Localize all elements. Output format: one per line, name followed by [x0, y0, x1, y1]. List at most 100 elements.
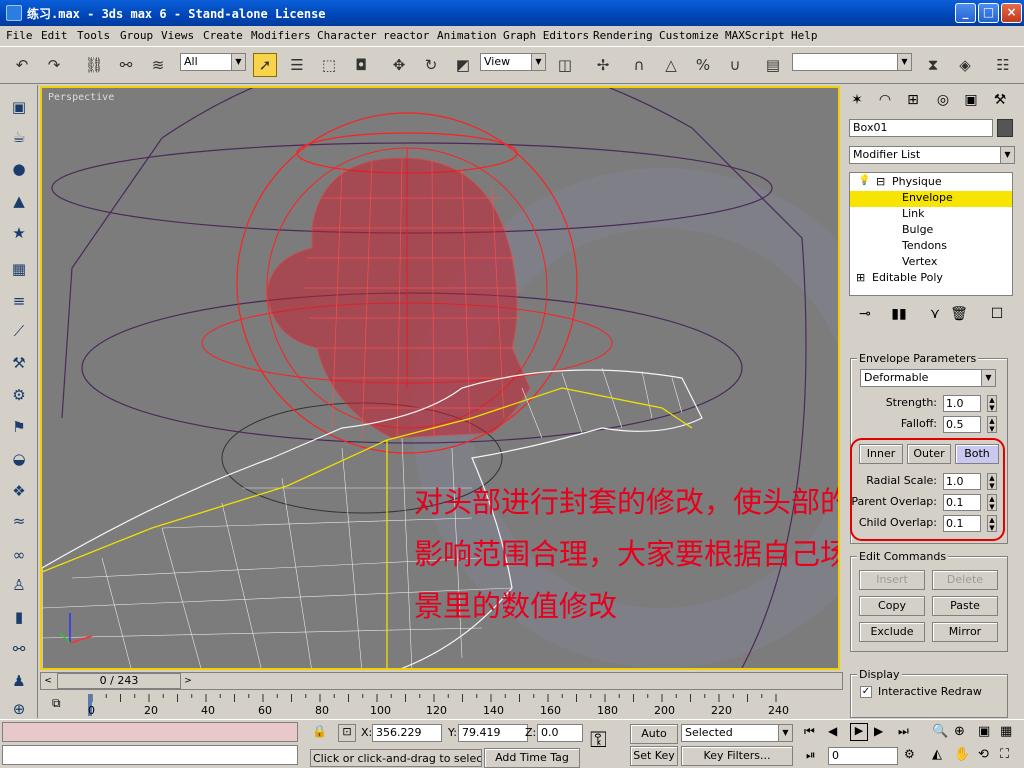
set-key-button[interactable]: Set Key: [630, 746, 678, 766]
spinner-snap-icon[interactable]: ∪: [723, 53, 747, 77]
hierarchy-tab-icon[interactable]: ⊞: [901, 88, 925, 112]
edit-named-selection-icon[interactable]: ▤: [761, 53, 785, 77]
move-icon[interactable]: ✥: [387, 53, 411, 77]
utilities-tab-icon[interactable]: ⚒: [988, 88, 1012, 112]
y-coordinate-field[interactable]: 79.419: [458, 724, 528, 742]
bind-space-warp-icon[interactable]: ≋: [146, 53, 170, 77]
menu-graph-editors[interactable]: Graph Editors: [503, 29, 589, 42]
star-icon[interactable]: ★: [7, 221, 31, 245]
x-coordinate-field[interactable]: 356.229: [372, 724, 442, 742]
sphere-icon[interactable]: ●: [7, 157, 31, 181]
menu-maxscript[interactable]: MAXScript: [725, 29, 785, 42]
box-icon[interactable]: ▣: [7, 95, 31, 119]
maximize-button[interactable]: □: [978, 3, 999, 23]
exclude-button[interactable]: Exclude: [859, 622, 925, 642]
stack-item-physique[interactable]: 💡 ⊟ Physique: [850, 175, 1012, 191]
modifier-list-dropdown[interactable]: Modifier List ▼: [849, 146, 1015, 164]
lock-selection-icon[interactable]: 🔒: [312, 724, 327, 738]
stack-item-link[interactable]: Link: [850, 207, 1012, 223]
cone-icon[interactable]: ▲: [7, 189, 31, 213]
undo-icon[interactable]: ↶: [10, 53, 34, 77]
redo-icon[interactable]: ↷: [42, 53, 66, 77]
select-and-link-icon[interactable]: ⛓: [82, 53, 106, 77]
zoom-icon[interactable]: 🔍: [932, 724, 948, 739]
zoom-extents-all-icon[interactable]: ▦: [1000, 724, 1012, 739]
delete-button[interactable]: Delete: [932, 570, 998, 590]
make-unique-icon[interactable]: ⋎: [923, 302, 947, 326]
percent-snap-icon[interactable]: %: [691, 53, 715, 77]
reference-coordinate-dropdown[interactable]: View ▼: [480, 53, 546, 71]
named-selection-dropdown[interactable]: ▼: [792, 53, 912, 71]
menu-edit[interactable]: Edit: [41, 29, 68, 42]
stack-item-editable-poly[interactable]: ⊞ Editable Poly: [850, 271, 1012, 287]
display-tab-icon[interactable]: ▣: [959, 88, 983, 112]
arc-rotate-icon[interactable]: ⟲: [978, 747, 989, 762]
current-frame-field[interactable]: 0: [828, 747, 898, 765]
next-key-icon[interactable]: ▶: [874, 724, 883, 738]
auto-key-button[interactable]: Auto Key: [630, 724, 678, 758]
menu-file[interactable]: File: [6, 29, 33, 42]
menu-views[interactable]: Views: [161, 29, 194, 42]
add-time-tag-button[interactable]: Add Time Tag: [484, 748, 580, 768]
rectangular-selection-icon[interactable]: ⬚: [317, 53, 341, 77]
maximize-viewport-icon[interactable]: ⛶: [1000, 747, 1009, 762]
go-to-start-icon[interactable]: ⏮: [804, 724, 815, 739]
key-mode-dropdown[interactable]: Selected ▼: [681, 724, 793, 742]
menu-rendering[interactable]: Rendering: [593, 29, 653, 42]
menu-reactor[interactable]: reactor: [383, 29, 429, 42]
copy-button[interactable]: Copy: [859, 596, 925, 616]
motion-tab-icon[interactable]: ◎: [931, 88, 955, 112]
time-slider-thumb[interactable]: 0 / 243: [57, 673, 181, 689]
pan-icon[interactable]: ✋: [954, 747, 970, 762]
envelope-type-dropdown[interactable]: Deformable ▼: [860, 369, 996, 387]
unlink-icon[interactable]: ⚯: [114, 53, 138, 77]
modifier-stack[interactable]: 💡 ⊟ Physique Envelope Link Bulge Tendons…: [849, 172, 1013, 296]
previous-frame-icon[interactable]: <: [41, 673, 55, 689]
z-coordinate-field[interactable]: 0.0: [537, 724, 583, 742]
stack-item-envelope[interactable]: Envelope: [850, 191, 1012, 207]
stack-item-tendons[interactable]: Tendons: [850, 239, 1012, 255]
time-slider[interactable]: < 0 / 243 >: [40, 672, 843, 690]
menu-group[interactable]: Group: [120, 29, 153, 42]
stack-item-vertex[interactable]: Vertex: [850, 255, 1012, 271]
layer-manager-icon[interactable]: ☷: [991, 53, 1015, 77]
previous-key-icon[interactable]: ◀: [828, 724, 837, 738]
manipulate-icon[interactable]: ✢: [591, 53, 615, 77]
track-bar[interactable]: ⧉ 0 20 40 60 80 100 120 140 160 180 200 …: [40, 692, 843, 718]
selection-filter-dropdown[interactable]: All ▼: [180, 53, 246, 71]
stack-icon[interactable]: ≡: [7, 289, 31, 313]
snap-3d-icon[interactable]: ∩: [627, 53, 651, 77]
expand-icon[interactable]: ⊞: [856, 271, 865, 284]
field-of-view-icon[interactable]: ◭: [932, 747, 942, 762]
falloff-spinner[interactable]: ▲ ▼: [987, 416, 997, 433]
link-icon[interactable]: ∞: [7, 543, 31, 567]
wave-icon[interactable]: ≈: [7, 509, 31, 533]
menu-modifiers[interactable]: Modifiers: [251, 29, 311, 42]
interactive-redraw-checkbox[interactable]: ✓: [860, 686, 872, 698]
maxscript-output-mini[interactable]: [2, 745, 298, 765]
rotate-icon[interactable]: ↻: [419, 53, 443, 77]
align-icon[interactable]: ◈: [953, 53, 977, 77]
key-mode-toggle-icon[interactable]: ⏯: [806, 748, 816, 763]
zoom-extents-icon[interactable]: ▣: [978, 724, 990, 739]
insert-button[interactable]: Insert: [859, 570, 925, 590]
time-configuration-icon[interactable]: ⚙: [904, 747, 915, 761]
stack-item-bulge[interactable]: Bulge: [850, 223, 1012, 239]
menu-animation[interactable]: Animation: [437, 29, 497, 42]
collapse-icon[interactable]: ⊟: [876, 175, 885, 188]
bone-tools-icon[interactable]: ⚯: [7, 637, 31, 661]
select-by-name-icon[interactable]: ☰: [285, 53, 309, 77]
biped-icon[interactable]: ♙: [7, 573, 31, 597]
menu-character[interactable]: Character: [317, 29, 377, 42]
minimize-button[interactable]: _: [955, 3, 976, 23]
show-end-result-icon[interactable]: ▮▮: [887, 302, 911, 326]
close-button[interactable]: ×: [1001, 3, 1022, 23]
strength-spinner[interactable]: ▲ ▼: [987, 395, 997, 412]
pin-stack-icon[interactable]: ⊸: [853, 302, 877, 326]
falloff-field[interactable]: 0.5: [943, 416, 981, 433]
menu-customize[interactable]: Customize: [659, 29, 719, 42]
angle-snap-icon[interactable]: △: [659, 53, 683, 77]
remove-modifier-icon[interactable]: 🗑: [947, 302, 971, 326]
checker-icon[interactable]: ▦: [7, 257, 31, 281]
menu-tools[interactable]: Tools: [77, 29, 110, 42]
